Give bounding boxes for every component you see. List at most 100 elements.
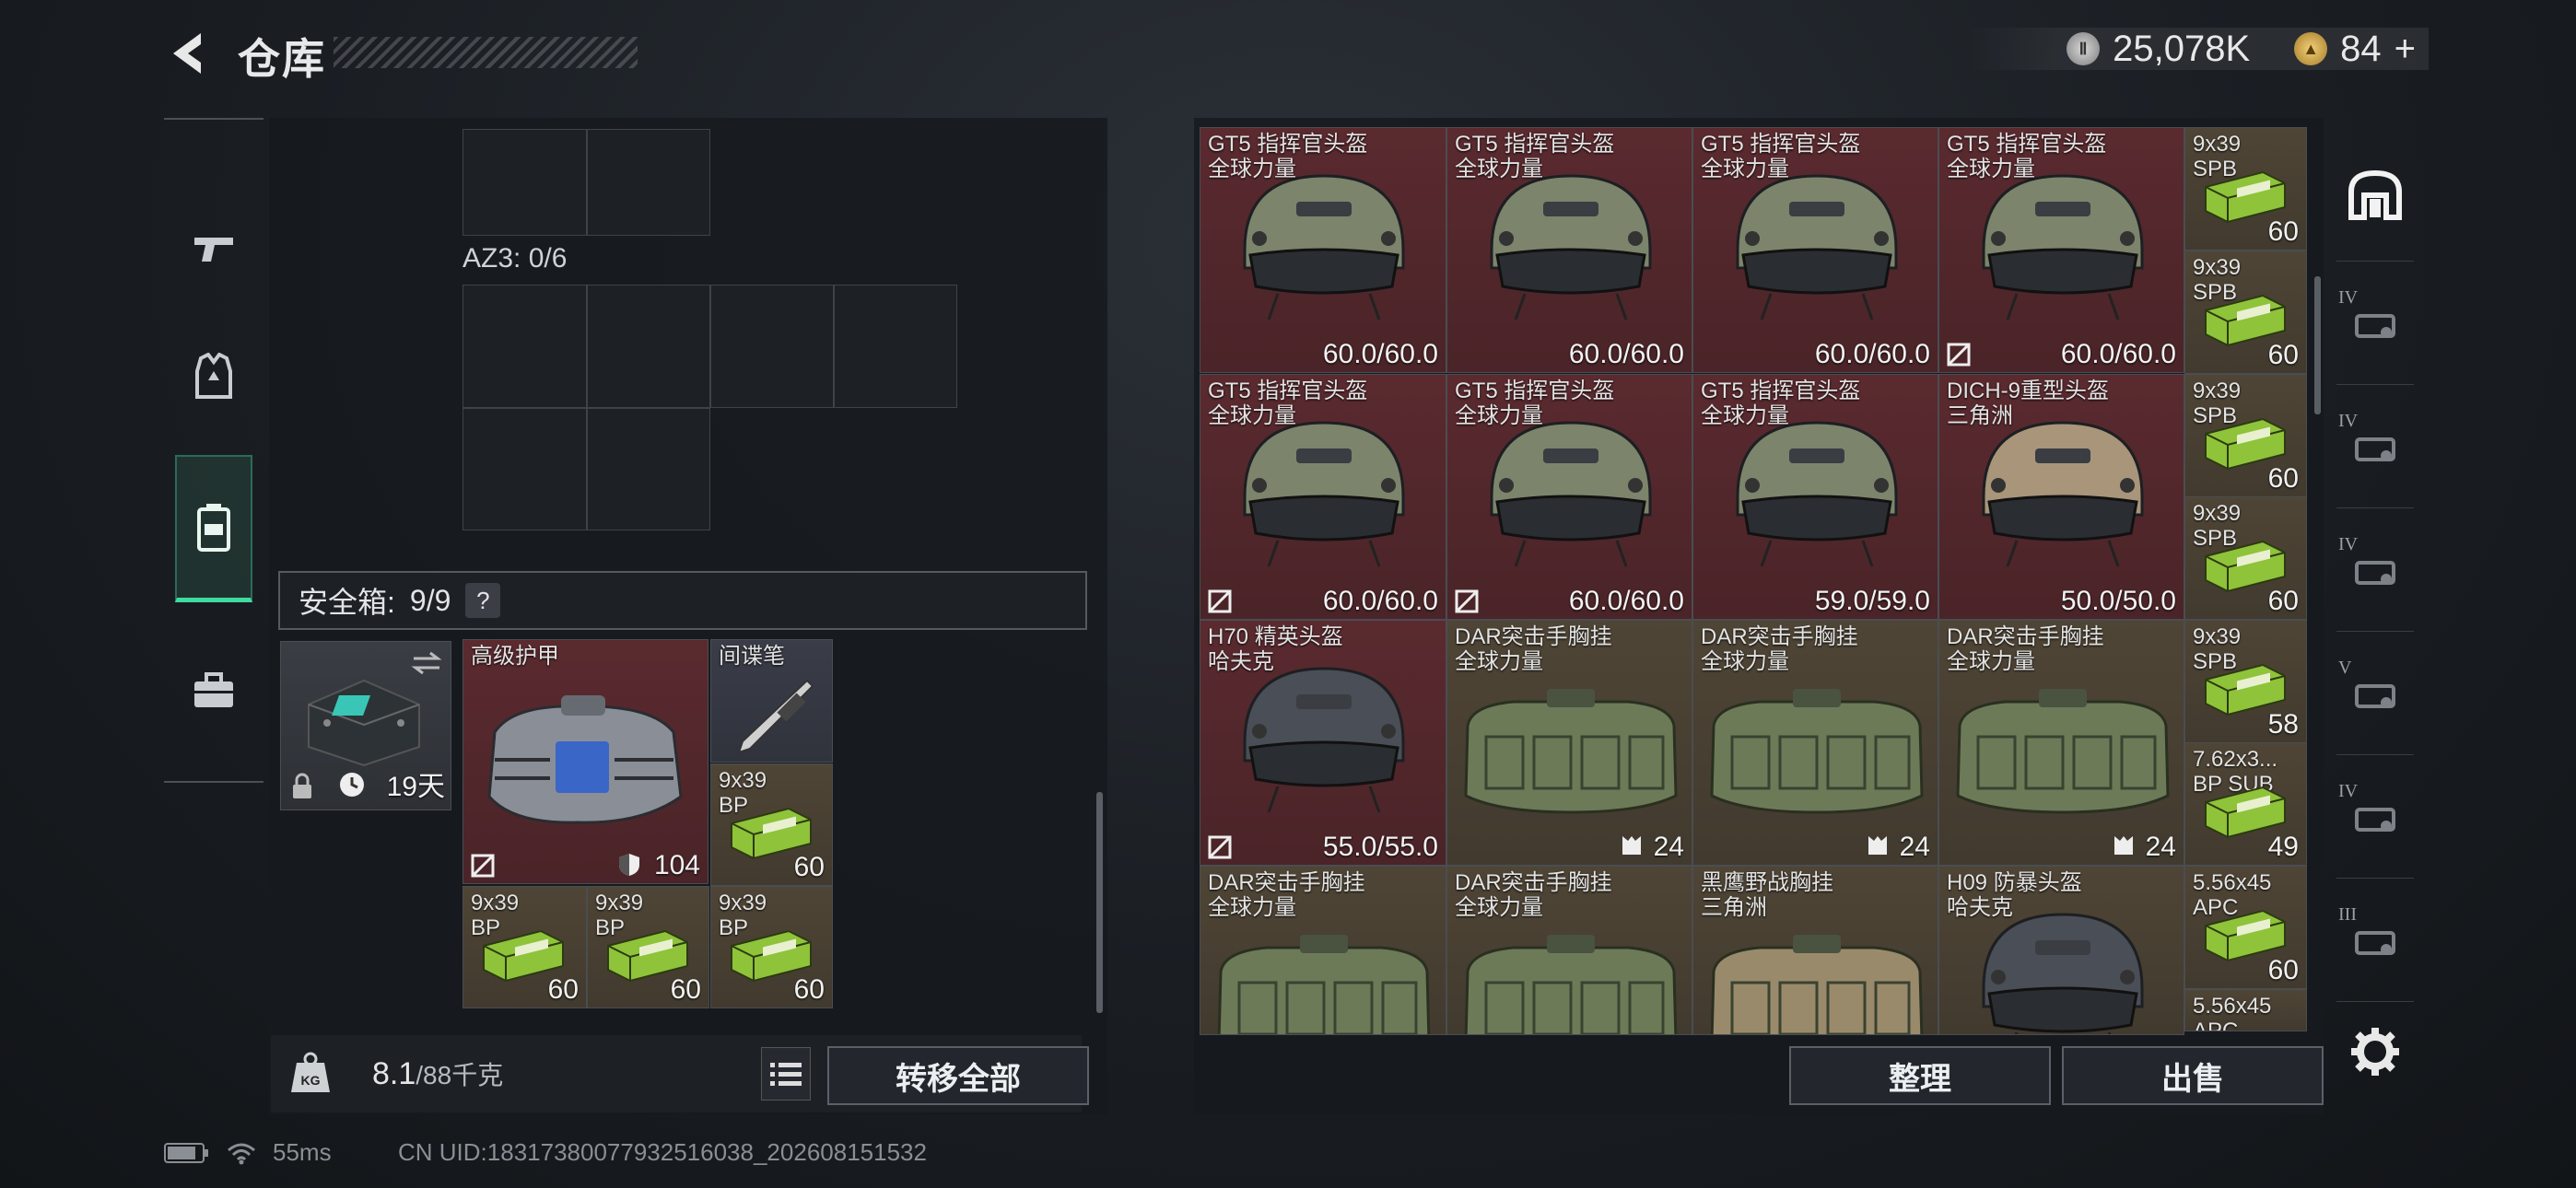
helmet-item[interactable]: GT5 指挥官头盔 全球力量 60.0/60.0 [1446,374,1692,620]
no-insure-icon [1947,343,1971,367]
case-days: 19天 [386,772,445,802]
left-scrollbar[interactable] [1096,792,1103,1013]
ammo-count: 60 [2267,463,2299,494]
spy-pen-item[interactable]: 间谍笔 [710,639,833,763]
helmet-item[interactable]: H70 精英头盔 哈夫克 55.0/55.0 [1200,620,1446,866]
tier-category-icon [2355,437,2395,461]
no-insure-icon [1455,589,1479,613]
helmet-item[interactable]: GT5 指挥官头盔 全球力量 60.0/60.0 [1692,127,1938,373]
ammo-item-9x39-bp[interactable]: 9x39 BP 60 [710,886,833,1008]
tab-weapons[interactable] [175,175,252,322]
item-name: DICH-9重型头盔 三角洲 [1947,379,2110,428]
ammo-item[interactable]: 9x39 SPB 58 [2184,620,2307,743]
chest-rig-item[interactable]: DAR突击手胸挂 全球力量 24 [1938,620,2184,866]
tab-warehouse[interactable] [2336,129,2414,262]
ammo-item[interactable]: 9x39 SPB 60 [2184,374,2307,497]
chest-rig-icon [1956,689,2170,814]
grid-slot[interactable] [463,408,587,530]
back-button[interactable] [164,28,212,79]
ammo-name: 5.56x45 APC [2193,994,2272,1031]
ammo-item[interactable]: 7.62x3... BP SUB 49 [2184,742,2307,866]
right-scrollbar[interactable] [2314,276,2321,414]
grid-slot[interactable] [834,285,957,408]
grid-slot[interactable] [463,285,587,408]
tab-tier[interactable]: IV [2336,759,2414,879]
helmet-item[interactable]: GT5 指挥官头盔 全球力量 60.0/60.0 [1200,127,1446,373]
silver-coin-icon: Ⅱ [2067,32,2101,65]
chest-rig-item[interactable]: DAR突击手胸挂 全球力量 [1446,866,1692,1035]
tab-tier[interactable]: V [2336,635,2414,755]
vest-icon [195,353,232,399]
ammo-item-9x39-bp[interactable]: 9x39 BP 60 [710,763,833,886]
chest-rig-item[interactable]: DAR突击手胸挂 全球力量 24 [1446,620,1692,866]
ammo-count: 60 [793,974,825,1005]
tab-case[interactable] [175,617,252,764]
help-button[interactable]: ? [465,583,501,618]
weight-max: /88千克 [416,1061,504,1089]
item-value: 60.0/60.0 [1568,586,1684,616]
helmet-item[interactable]: GT5 指挥官头盔 全球力量 60.0/60.0 [1200,374,1446,620]
item-value: 59.0/59.0 [1814,586,1930,616]
item-name: GT5 指挥官头盔 全球力量 [1701,132,1861,181]
item-name: GT5 指挥官头盔 全球力量 [1455,379,1615,428]
tab-armor[interactable] [175,304,252,451]
armor-vest-icon [487,695,683,824]
helmet-item[interactable]: GT5 指挥官头盔 全球力量 59.0/59.0 [1692,374,1938,620]
helmet-icon [1736,174,1898,320]
helmet-item[interactable]: DICH-9重型头盔 三角洲 50.0/50.0 [1938,374,2184,620]
transfer-all-button[interactable]: 转移全部 [827,1046,1089,1105]
item-name: 黑鹰野战胸挂 三角洲 [1701,870,1833,920]
capacity-icon [1868,836,1887,855]
grid-slot[interactable] [463,129,587,236]
tier-label: III [2338,904,2357,925]
grid-slot[interactable] [587,129,710,236]
ammo-item[interactable]: 5.56x45 APC [2184,989,2307,1031]
chest-rig-item[interactable]: DAR突击手胸挂 全球力量 24 [1692,620,1938,866]
sell-button[interactable]: 出售 [2062,1046,2324,1105]
helmet-item[interactable]: GT5 指挥官头盔 全球力量 60.0/60.0 [1446,127,1692,373]
tier-category-icon [2355,560,2395,585]
grid-slot[interactable] [587,285,710,408]
weight-kg-icon[interactable]: KG [289,1052,332,1094]
ammo-item[interactable]: 5.56x45 APC 60 [2184,866,2307,989]
tab-tier[interactable]: IV [2336,265,2414,385]
list-view-button[interactable] [761,1047,811,1101]
ammo-item[interactable]: 9x39 SPB 60 [2184,496,2307,620]
sort-button[interactable]: 整理 [1789,1046,2051,1105]
helmet-item[interactable]: H09 防暴头盔 哈夫克 [1938,866,2184,1035]
gold-add-button[interactable]: + [2395,29,2416,70]
grid-slot[interactable] [710,285,834,408]
user-uid: CN UID:1831738007793251603​8_20260815153… [398,1138,927,1166]
ammo-item-9x39-bp[interactable]: 9x39 BP 60 [463,886,587,1008]
tab-backpack[interactable] [175,455,252,602]
safe-case-item[interactable]: 19天 [280,641,451,810]
gold-coin-icon: ▲ [2294,32,2328,65]
tab-tier[interactable]: IV [2336,512,2414,632]
capacity-icon [2114,836,2133,855]
ammo-count: 60 [2267,955,2299,985]
item-value: 24 [1653,832,1684,862]
helmet-item[interactable]: GT5 指挥官头盔 全球力量 60.0/60.0 [1938,127,2184,373]
armor-item[interactable]: 高级护甲 104 [463,639,708,884]
no-insure-icon [1208,835,1232,859]
safebox-count: 9/9 [409,583,451,617]
ammo-item[interactable]: 9x39 SPB 60 [2184,250,2307,374]
chest-rig-icon [1217,935,1431,1034]
chest-rig-item[interactable]: 黑鹰野战胸挂 三角洲 [1692,866,1938,1035]
helmet-icon [1243,667,1405,813]
tab-tier[interactable]: IV [2336,389,2414,508]
grid-slot[interactable] [587,408,710,530]
settings-button[interactable] [2346,1022,2405,1081]
ammo-item-9x39-bp[interactable]: 9x39 BP 60 [587,886,709,1008]
left-tab-bar [164,118,263,783]
item-name: H70 精英头盔 哈夫克 [1208,624,1343,674]
item-name: H09 防暴头盔 哈夫克 [1947,870,2082,920]
item-name: DAR突击手胸挂 全球力量 [1455,624,1612,674]
tab-tier[interactable]: III [2336,882,2414,1002]
chest-rig-item[interactable]: DAR突击手胸挂 全球力量 [1200,866,1446,1035]
ammo-item[interactable]: 9x39 SPB 60 [2184,127,2307,250]
page-title: 仓库 [238,35,326,83]
ammo-count: 60 [547,974,579,1005]
shield-icon [619,854,639,876]
tier-category-icon [2355,683,2395,708]
